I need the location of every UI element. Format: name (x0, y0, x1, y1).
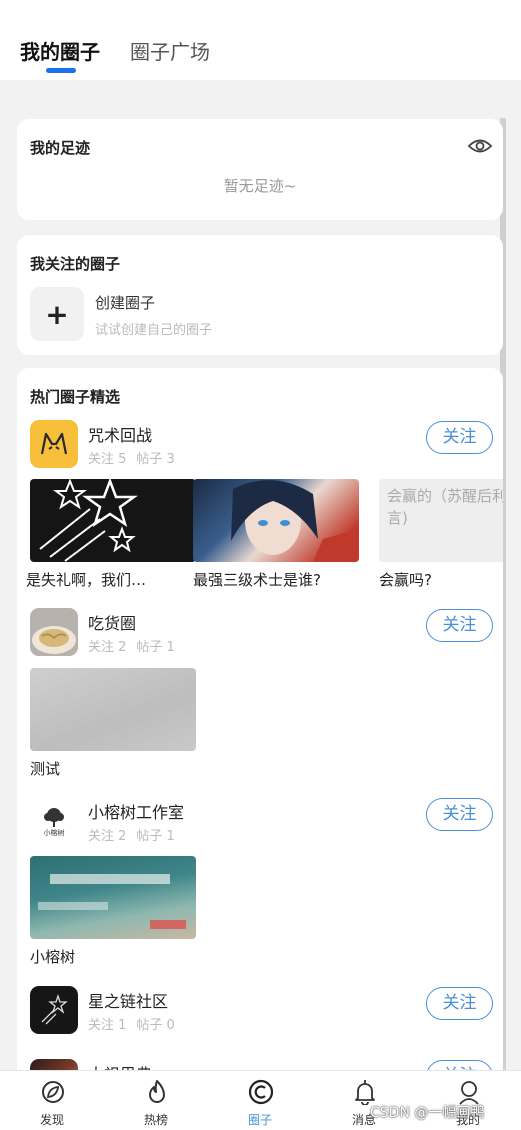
post-count: 帖子 1 (136, 829, 175, 844)
circle-posts: 测试 (17, 668, 503, 778)
noodle-bowl-icon (30, 608, 78, 656)
followed-circles-card: 我关注的圈子 + 创建圈子 试试创建自己的圈子 (17, 235, 503, 355)
post-card[interactable]: 是失礼啊，我们… (26, 479, 196, 589)
post-count: 帖子 1 (136, 640, 175, 655)
star-chain-logo-icon (41, 993, 68, 1025)
follow-count: 关注 1 (88, 1018, 127, 1033)
nav-circles[interactable]: 圈子 (208, 1071, 312, 1130)
circle-row[interactable]: 星之链社区 关注 1 帖子 0 关注 (17, 986, 503, 1038)
circle-stats: 关注 2 帖子 1 (88, 636, 175, 655)
post-caption: 是失礼啊，我们… (26, 571, 147, 589)
top-tab-bar: 我的圈子 圈子广场 (0, 0, 521, 80)
post-card[interactable]: 小榕树 (30, 856, 196, 966)
banyan-tree-logo-icon: 小榕树 (44, 808, 65, 837)
circle-avatar (30, 608, 78, 656)
follow-button[interactable]: 关注 (426, 987, 493, 1020)
svg-text:小榕树: 小榕树 (44, 828, 65, 837)
star-illustration (39, 479, 138, 562)
active-tab-indicator (46, 68, 76, 73)
eye-icon[interactable] (467, 135, 493, 157)
create-circle-title[interactable]: 创建圈子 (95, 292, 155, 313)
nav-label: 热榜 (143, 1113, 168, 1127)
circle-stats: 关注 2 帖子 1 (88, 825, 175, 844)
circle-posts: 是失礼啊，我们… 最强三级术士是谁? 会赢的（苏醒后利宣言) 会赢吗? (17, 479, 503, 589)
circle-posts: 小榕树 (17, 856, 503, 966)
footprint-empty-text: 暂无足迹~ (223, 177, 297, 195)
nav-label: 圈子 (247, 1113, 272, 1127)
post-image (193, 479, 359, 562)
post-image (30, 856, 196, 939)
create-circle-button[interactable]: + (30, 287, 84, 341)
post-card[interactable]: 测试 (30, 668, 196, 778)
circle-stats: 关注 5 帖子 3 (88, 448, 175, 467)
follow-count: 关注 5 (88, 452, 127, 467)
watermark: CSDN @一幅画鸭 (370, 1105, 485, 1121)
nav-discover[interactable]: 发现 (0, 1071, 104, 1130)
post-card[interactable]: 最强三级术士是谁? (193, 479, 359, 589)
leaf-icon (42, 1081, 64, 1103)
cat-logo-icon (40, 432, 68, 455)
circle-name: 咒术回战 (88, 426, 153, 445)
create-circle-subtitle: 试试创建自己的圈子 (95, 323, 213, 338)
circle-row[interactable]: 吃货圈 关注 2 帖子 1 关注 (17, 608, 503, 660)
hot-circles-title: 热门圈子精选 (30, 388, 121, 406)
circle-avatar: 小榕树 (30, 797, 78, 845)
circle-name: 星之链社区 (88, 992, 169, 1011)
follow-button[interactable]: 关注 (426, 798, 493, 831)
hot-circles-card: 热门圈子精选 咒术回战 关注 5 帖子 3 关注 是失礼啊，我们… 最强三级术士… (17, 368, 503, 1088)
circle-avatar (30, 420, 78, 468)
post-image (30, 668, 196, 751)
nav-hot-list[interactable]: 热榜 (104, 1071, 208, 1130)
post-text-image: 会赢的（苏醒后利宣言) (379, 479, 503, 562)
post-image (30, 479, 196, 562)
post-card[interactable]: 会赢的（苏醒后利宣言) 会赢吗? (379, 479, 503, 589)
post-count: 帖子 0 (136, 1018, 175, 1033)
post-caption: 会赢吗? (379, 571, 432, 589)
followed-circles-title: 我关注的圈子 (30, 255, 121, 273)
footprint-title: 我的足迹 (30, 139, 91, 157)
tab-my-circles[interactable]: 我的圈子 (20, 36, 100, 65)
post-count: 帖子 3 (136, 452, 175, 467)
circle-row[interactable]: 咒术回战 关注 5 帖子 3 关注 (17, 420, 503, 472)
circle-stats: 关注 1 帖子 0 (88, 1014, 175, 1033)
circle-name: 小榕树工作室 (88, 803, 185, 822)
post-caption: 最强三级术士是谁? (193, 571, 321, 589)
post-caption: 测试 (30, 760, 61, 778)
circle-name: 吃货圈 (88, 614, 137, 633)
circle-avatar (30, 986, 78, 1034)
footprint-card: 我的足迹 暂无足迹~ (17, 119, 503, 220)
fire-icon (149, 1080, 165, 1103)
follow-button[interactable]: 关注 (426, 421, 493, 454)
follow-count: 关注 2 (88, 829, 127, 844)
circle-icon (248, 1079, 274, 1105)
anime-character-illustration (231, 480, 359, 562)
nav-label: 发现 (39, 1113, 64, 1127)
plus-icon: + (45, 297, 69, 331)
tab-circle-square[interactable]: 圈子广场 (130, 36, 210, 65)
post-caption: 小榕树 (30, 948, 76, 966)
follow-count: 关注 2 (88, 640, 127, 655)
circle-row[interactable]: 小榕树 小榕树工作室 关注 2 帖子 1 关注 (17, 797, 503, 849)
follow-button[interactable]: 关注 (426, 609, 493, 642)
book-cover-illustration (38, 874, 186, 929)
